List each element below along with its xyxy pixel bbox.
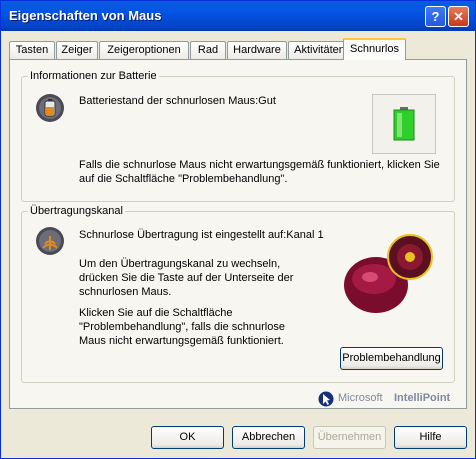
tab-hardware[interactable]: Hardware — [227, 41, 287, 59]
transmission-status-text: Schnurlose Übertragung ist eingestellt a… — [79, 229, 324, 241]
battery-status-text: Batteriestand der schnurlosen Maus:Gut — [79, 95, 276, 107]
tab-aktivitaeten[interactable]: Aktivitäten — [288, 41, 351, 59]
radio-signal-icon — [36, 227, 64, 255]
battery-group-legend: Informationen zur Batterie — [28, 70, 159, 82]
battery-full-icon — [393, 107, 415, 141]
window-title: Eigenschaften von Maus — [9, 8, 162, 23]
troubleshoot-button[interactable]: Problembehandlung — [340, 347, 443, 370]
transmission-group-legend: Übertragungskanal — [28, 205, 125, 217]
transmission-help-text: Klicken Sie auf die Schaltfläche "Proble… — [79, 307, 285, 347]
tab-schnurlos[interactable]: Schnurlos — [343, 38, 406, 60]
battery-mouse-icon — [36, 94, 64, 122]
mouse-properties-window: Eigenschaften von Maus ? ✕ Tasten Zeiger… — [0, 0, 476, 459]
tab-rad[interactable]: Rad — [190, 41, 226, 59]
help-button[interactable]: Hilfe — [394, 426, 467, 449]
logo-product: IntelliPoint — [394, 392, 451, 404]
battery-info-text: Falls die schnurlose Maus nicht erwartun… — [79, 159, 440, 185]
tab-panel-schnurlos: Informationen zur Batterie Batteriestand… — [9, 59, 467, 409]
tab-zeigeroptionen[interactable]: Zeigeroptionen — [99, 41, 189, 59]
apply-button[interactable]: Übernehmen — [313, 426, 386, 449]
intellipoint-pointer-icon — [318, 391, 334, 407]
help-title-button[interactable]: ? — [425, 6, 446, 27]
tab-zeiger[interactable]: Zeiger — [56, 41, 98, 59]
transmission-group: Übertragungskanal Schnurlose Übertragung… — [21, 205, 455, 383]
close-button[interactable]: ✕ — [448, 6, 469, 27]
mouse-underside-illustration — [344, 234, 433, 313]
tab-tasten[interactable]: Tasten — [9, 41, 55, 59]
transmission-instruction-text: Um den Übertragungskanal zu wechseln, dr… — [79, 258, 294, 298]
ok-button[interactable]: OK — [151, 426, 224, 449]
title-bar[interactable]: Eigenschaften von Maus ? ✕ — [1, 1, 475, 31]
battery-level-frame — [372, 94, 436, 154]
logo-company: Microsoft — [338, 392, 383, 404]
battery-group: Informationen zur Batterie Batteriestand… — [21, 70, 455, 202]
cancel-button[interactable]: Abbrechen — [232, 426, 305, 449]
